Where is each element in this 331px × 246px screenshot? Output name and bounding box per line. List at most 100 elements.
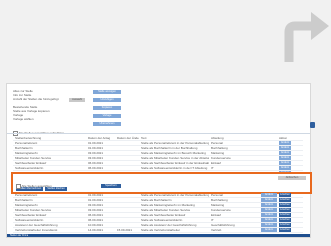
table-cell: 03.09.2021 xyxy=(88,156,104,160)
delete-button[interactable]: Löschen xyxy=(279,213,291,217)
form-row: Bestehende Stelle Stelle aus Vorlage kop… xyxy=(13,105,123,113)
table-cell: Stelle als Buchhalter/in xyxy=(141,198,172,202)
table-cell: Marketing xyxy=(211,151,225,155)
edit-button[interactable]: Ändern xyxy=(261,223,277,227)
column-header: Abteilung xyxy=(211,136,224,140)
edit-button[interactable]: Ändern xyxy=(261,228,277,232)
divider xyxy=(7,133,310,134)
table-cell: Sachbearbeiter Einkauf xyxy=(15,161,47,165)
table-cell: Stelle als Marketingleiter/in im Bereich… xyxy=(141,151,206,155)
delete-button[interactable]: Löschen xyxy=(279,208,291,212)
edit-button[interactable]: Ändern xyxy=(261,213,277,217)
table-cell: IT xyxy=(211,166,214,170)
table-cell: Stelle als Sachbearbeiter Einkauf in der… xyxy=(141,161,209,165)
table-cell: 06.09.2021 xyxy=(88,166,104,170)
edit-button[interactable]: Ändern xyxy=(279,146,291,150)
table-cell: Stelle als Softwareentwickler/in xyxy=(141,218,183,222)
table-cell: Mitarbeiter Kunden Service xyxy=(15,156,52,160)
table-cell: Geschäftsführung xyxy=(211,223,235,227)
table-cell: Personal xyxy=(211,141,223,145)
save-button[interactable]: Speichern xyxy=(101,184,121,188)
form-row: Anzahl der Stellen die hinzugefügt Auswa… xyxy=(13,97,123,105)
table-cell: Buchhaltung xyxy=(211,198,228,202)
edit-button[interactable]: Ändern xyxy=(279,161,291,165)
edit-button[interactable]: Ändern xyxy=(261,193,277,197)
edit-button[interactable]: Ändern xyxy=(279,151,291,155)
table-cell: Marketingleiter/in xyxy=(15,203,38,207)
table-cell: Personalreferent xyxy=(15,141,38,145)
add-button[interactable]: Hinzufügen xyxy=(93,98,121,102)
table-cell: Marketing xyxy=(211,203,225,207)
table-cell: Buchhalter/in xyxy=(15,146,33,150)
table-cell: Kundenservice xyxy=(211,156,231,160)
edit-button[interactable]: Ändern xyxy=(261,208,277,212)
copy-button[interactable]: Kopieren xyxy=(93,106,121,110)
edit-button[interactable]: Ändern xyxy=(279,166,291,170)
column-header: Datum der Anlage xyxy=(88,136,110,140)
table-cell: Personal xyxy=(211,193,223,197)
select-all-row[interactable]: Alle Stellen auswählen xyxy=(16,184,52,189)
table-cell: Vertriebsmitarbeiter Innendienst xyxy=(15,228,58,232)
table-cell: 10.09.2021 xyxy=(88,223,104,227)
edit-button[interactable]: Ändern xyxy=(279,156,291,160)
table-cell: Stelle als Buchhalter/in in der Buchhalt… xyxy=(141,146,198,150)
column-header: Aktion xyxy=(279,136,288,140)
table-cell: 14.09.2021 xyxy=(88,228,104,232)
column-header: Stellenbezeichnung xyxy=(15,136,42,140)
delete-button[interactable]: Löschen xyxy=(279,198,291,202)
checkbox[interactable] xyxy=(16,184,21,189)
highlighted-action-panel: Stellen übernehmen Stellen löschen Abbrec… xyxy=(11,172,312,194)
table-cell: 03.09.2021 xyxy=(88,208,104,212)
table-cell: Softwareentwickler/in xyxy=(15,166,44,170)
edit-button[interactable]: Ändern xyxy=(261,218,277,222)
form-row: Vorlage Vorlage wählen Vorlage xyxy=(13,113,123,121)
table-cell: Stelle als Personalreferent in der Perso… xyxy=(141,193,209,197)
positions-table-2: Personalreferent 01.09.2021 Stelle als Per… xyxy=(13,193,303,233)
checkbox-label: Alle Stellen auswählen xyxy=(21,184,52,189)
table-cell: IT xyxy=(211,218,214,222)
delete-button[interactable]: Löschen xyxy=(279,223,291,227)
table-cell: Stelle als Assistenz der Geschäftsführun… xyxy=(141,223,197,227)
table-cell: Stelle als Sachbearbeiter Einkauf xyxy=(141,213,186,217)
table-cell: Einkauf xyxy=(211,213,222,217)
selection-button[interactable]: Auswahl xyxy=(69,98,85,102)
table-cell: 06.09.2021 xyxy=(88,213,104,217)
table-cell: Stelle als Mitarbeiter Kunden Service xyxy=(141,208,191,212)
table-cell: 15.09.2021 xyxy=(117,228,133,232)
table-cell: Kundenservice xyxy=(211,208,231,212)
form-label: Anzahl der Stellen die hinzugefügt xyxy=(13,97,59,101)
footer-bar: Stellen der Firma xyxy=(7,234,310,237)
table-body: Personalreferent 01.09.2021 Stelle als Per… xyxy=(13,193,303,233)
table-cell: Stelle als Vertriebsmitarbeiter xyxy=(141,228,181,232)
edit-button[interactable]: Ändern xyxy=(279,141,291,145)
table-cell: Sachbearbeiter Einkauf xyxy=(15,213,47,217)
table-cell: 03.09.2021 xyxy=(88,151,104,155)
table-cell: Vertrieb xyxy=(211,228,222,232)
delete-button[interactable]: Löschen xyxy=(279,203,291,207)
side-tab-icon[interactable] xyxy=(310,122,315,128)
app-window: Alles zur Stelle Info zur Stelle Stelle … xyxy=(6,83,315,238)
show-position-button[interactable]: Stelle anzeigen xyxy=(93,90,121,94)
turn-right-arrow-icon xyxy=(281,6,331,62)
table-cell: Stelle als Softwareentwickler/in in der … xyxy=(141,166,208,170)
edit-button[interactable]: Ändern xyxy=(261,198,277,202)
apply-button[interactable]: Übernehmen xyxy=(93,122,121,126)
table-cell: Einkauf xyxy=(211,161,222,165)
delete-button[interactable]: Löschen xyxy=(279,193,291,197)
table-cell: 06.09.2021 xyxy=(88,161,104,165)
template-button[interactable]: Vorlage xyxy=(93,114,121,118)
edit-button[interactable]: Ändern xyxy=(261,203,277,207)
table-cell: Mitarbeiter Kunden Service xyxy=(15,208,52,212)
delete-button[interactable]: Löschen xyxy=(279,228,291,232)
table-cell: 06.09.2021 xyxy=(88,218,104,222)
table-cell: Stelle als Mitarbeiter Kunden Service in… xyxy=(141,156,209,160)
table-cell: 01.09.2021 xyxy=(88,198,104,202)
table-cell: Buchhalter/in xyxy=(15,198,33,202)
footer-label: Stellen der Firma xyxy=(10,234,29,237)
delete-button[interactable]: Löschen xyxy=(279,218,291,222)
form-row: Übernehmen xyxy=(13,121,123,129)
table-row: Vertriebsmitarbeiter Innendienst 14.09.20… xyxy=(13,228,303,233)
cancel-button[interactable]: Abbrechen xyxy=(278,176,306,180)
table-cell: Personalreferent xyxy=(15,193,38,197)
table-cell: 01.09.2021 xyxy=(88,146,104,150)
